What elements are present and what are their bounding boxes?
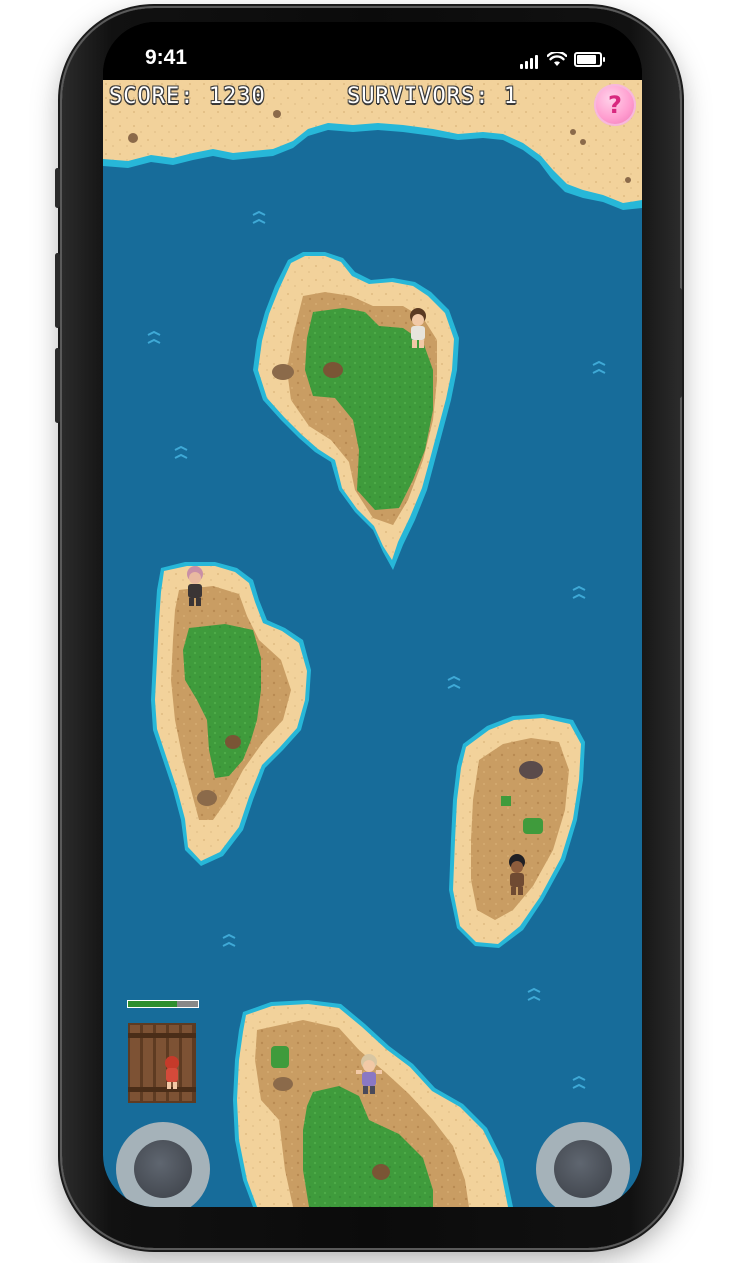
player-health-fill [128, 1001, 177, 1007]
volume-up-button [55, 253, 60, 328]
movement-joystick[interactable] [116, 1122, 210, 1207]
battery-icon [574, 52, 605, 67]
volume-down-button [55, 348, 60, 423]
island-south [233, 1000, 513, 1207]
cellular-signal-icon [520, 50, 540, 69]
island-north [253, 252, 459, 570]
game-canvas[interactable]: SCORE: 1230 SURVIVORS: 1 ? [103, 80, 642, 1207]
score-label: SCORE: 1230 [109, 84, 266, 109]
island-west [151, 562, 311, 866]
movement-joystick-knob[interactable] [134, 1140, 192, 1198]
mute-switch [55, 168, 60, 208]
wifi-icon [547, 52, 567, 66]
status-bar: 9:41 [103, 22, 642, 80]
phone-screen: 9:41 SCORE: 1230 SURVIVORS: 1 ? [103, 22, 642, 1207]
question-mark-icon: ? [608, 91, 622, 119]
status-icons [520, 50, 605, 69]
power-button [677, 288, 682, 398]
status-time: 9:41 [145, 46, 188, 69]
island-east [449, 714, 585, 948]
player-health-bar [127, 1000, 199, 1008]
player-raft [128, 1023, 196, 1103]
survivors-label: SURVIVORS: 1 [347, 84, 518, 109]
help-button[interactable]: ? [594, 84, 636, 126]
action-joystick-knob[interactable] [554, 1140, 612, 1198]
action-joystick[interactable] [536, 1122, 630, 1207]
